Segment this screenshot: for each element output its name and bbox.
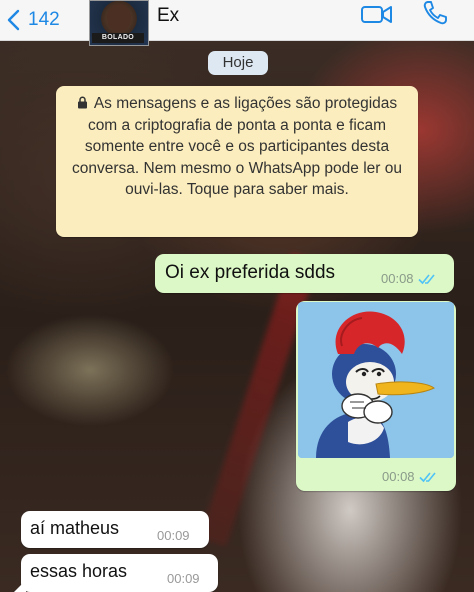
back-button[interactable]: 142 bbox=[6, 4, 60, 36]
incoming-message[interactable]: essas horas 00:09 bbox=[14, 554, 218, 592]
encryption-notice[interactable]: As mensagens e as ligações são protegida… bbox=[56, 86, 418, 237]
avatar[interactable]: BOLADO bbox=[89, 0, 149, 46]
message-text: aí matheus bbox=[30, 518, 120, 538]
double-check-icon bbox=[417, 273, 435, 284]
message-time: 00:09 bbox=[157, 528, 190, 543]
outgoing-image-message[interactable]: 00:08 bbox=[296, 301, 456, 491]
avatar-face bbox=[107, 4, 131, 32]
outgoing-message[interactable]: Oi ex preferida sdds 00:08 bbox=[155, 254, 454, 293]
message-time: 00:08 bbox=[382, 469, 415, 484]
message-meta: 00:08 bbox=[381, 271, 438, 286]
sticker-image[interactable] bbox=[298, 302, 454, 458]
message-time: 00:08 bbox=[381, 271, 414, 286]
phone-icon[interactable] bbox=[422, 0, 450, 26]
message-meta: 00:08 bbox=[382, 469, 439, 484]
message-text: essas horas bbox=[30, 561, 128, 581]
date-divider: Hoje bbox=[208, 51, 268, 75]
message-text: Oi ex preferida sdds bbox=[165, 262, 336, 283]
incoming-message[interactable]: aí matheus 00:09 bbox=[21, 511, 209, 548]
chevron-left-icon bbox=[7, 9, 20, 31]
woody-woodpecker-image bbox=[298, 302, 454, 458]
encryption-notice-text: As mensagens e as ligações são protegida… bbox=[72, 95, 402, 198]
contact-name[interactable]: Ex bbox=[157, 5, 179, 27]
bubble-tail bbox=[14, 580, 26, 592]
double-check-icon bbox=[418, 471, 436, 482]
chat-header: 142 BOLADO Ex bbox=[0, 0, 474, 46]
message-time: 00:09 bbox=[167, 571, 200, 586]
lock-icon bbox=[77, 96, 87, 109]
unread-count: 142 bbox=[28, 9, 60, 30]
video-call-icon[interactable] bbox=[360, 2, 394, 26]
avatar-label: BOLADO bbox=[92, 33, 144, 43]
